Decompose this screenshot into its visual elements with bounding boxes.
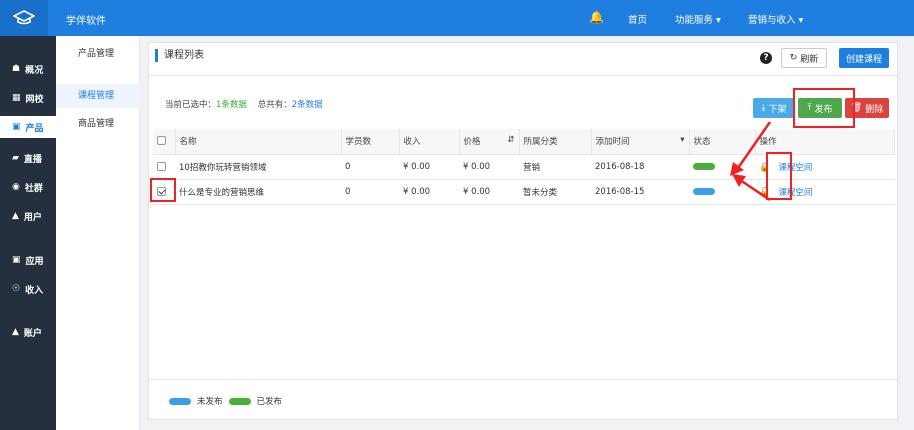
- annotation-arrows: [730, 121, 772, 202]
